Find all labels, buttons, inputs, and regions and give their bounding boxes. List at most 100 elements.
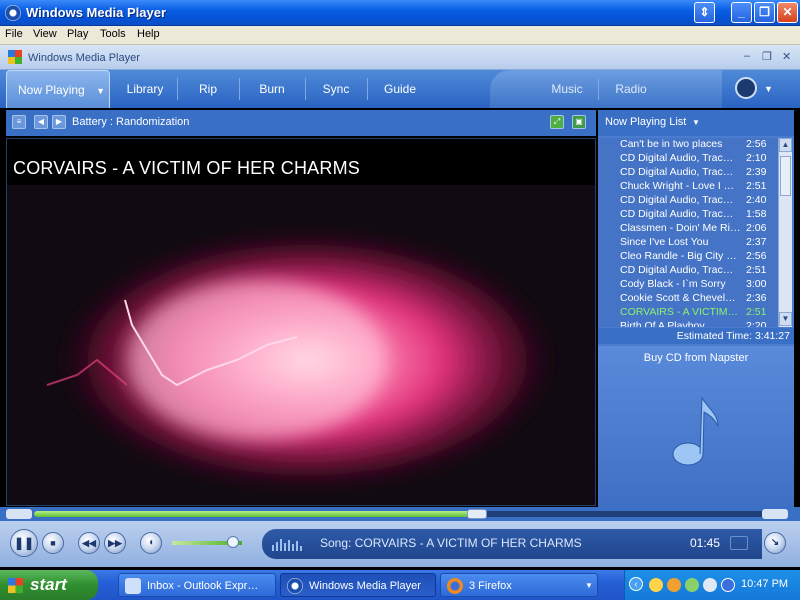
shuffle-icon[interactable]: ⤢ [550, 115, 564, 129]
tab-guide[interactable]: Guide [368, 70, 432, 108]
track-duration: 2:51 [746, 306, 767, 318]
track-title: CD Digital Audio, Trac… [620, 152, 734, 164]
rewind-small-icon[interactable] [6, 509, 32, 519]
volume-thumb[interactable] [226, 536, 239, 548]
menu-file[interactable]: File [5, 28, 23, 40]
seek-bar [0, 507, 800, 521]
menu-help[interactable]: Help [137, 28, 160, 40]
playlist-item[interactable]: CD Digital Audio, Trac… 2:39 [598, 166, 776, 180]
playlist-item[interactable]: Cookie Scott & Chevel… 2:36 [598, 292, 776, 306]
taskbar-item-media-player[interactable]: Windows Media Player [280, 573, 436, 597]
previous-visualization-button[interactable]: ◀ [34, 115, 48, 129]
track-duration: 2:51 [746, 180, 767, 192]
track-title: CORVAIRS - A VICTIM… [620, 306, 739, 318]
scroll-down-button[interactable]: ▼ [779, 312, 792, 326]
next-visualization-button[interactable]: ▶ [52, 115, 66, 129]
playlist-item[interactable]: CD Digital Audio, Trac… 2:10 [598, 152, 776, 166]
song-info: Song: CORVAIRS - A VICTIM OF HER CHARMS [320, 536, 582, 550]
playlist-item[interactable]: CD Digital Audio, Trac… 1:58 [598, 208, 776, 222]
task-label: 3 Firefox [469, 580, 512, 592]
mini-mode-icon[interactable] [730, 536, 748, 550]
tab-music[interactable]: Music [538, 70, 596, 108]
track-duration: 2:40 [746, 194, 767, 206]
chevron-down-icon: ▼ [585, 581, 593, 590]
scroll-up-button[interactable]: ▲ [779, 138, 792, 152]
video-track-title: CORVAIRS - A VICTIM OF HER CHARMS [13, 158, 360, 178]
buy-cd-link[interactable]: Buy CD from Napster [598, 352, 794, 364]
fast-forward-small-icon[interactable] [762, 509, 788, 519]
playlist-item[interactable]: Cody Black - I`m Sorry 3:00 [598, 278, 776, 292]
playlist-item[interactable]: Cleo Randle - Big City … 2:56 [598, 250, 776, 264]
mute-button[interactable]: ◖ [140, 532, 162, 554]
track-title: Since I've Lost You [620, 236, 709, 248]
napster-icon[interactable] [735, 77, 757, 99]
player-title: Windows Media Player [28, 52, 140, 64]
tab-now-playing[interactable]: Now Playing ▼ [6, 70, 110, 108]
taskbar-item-firefox[interactable]: 3 Firefox ▼ [440, 573, 598, 597]
track-duration: 3:00 [746, 278, 767, 290]
restore-player-button[interactable]: ❐ [762, 50, 772, 63]
playlist-item[interactable]: CD Digital Audio, Trac… 2:40 [598, 194, 776, 208]
tab-burn[interactable]: Burn [240, 70, 304, 108]
now-playing-info: Song: CORVAIRS - A VICTIM OF HER CHARMS … [262, 529, 762, 559]
start-button[interactable]: start [0, 570, 98, 600]
stop-button[interactable]: ■ [42, 532, 64, 554]
track-title: Chuck Wright - Love I … [620, 180, 735, 192]
playlist-scrollbar[interactable]: ▲ ▼ [778, 138, 792, 327]
wifi-icon[interactable] [721, 578, 735, 592]
close-player-button[interactable]: ✕ [782, 50, 791, 63]
taskbar-item-outlook[interactable]: Inbox - Outlook Expr… [118, 573, 276, 597]
update-icon[interactable] [685, 578, 699, 592]
track-title: Cookie Scott & Chevel… [620, 292, 736, 304]
menu-play[interactable]: Play [67, 28, 88, 40]
tray-expand-icon[interactable]: ‹ [629, 577, 643, 591]
minimize-player-button[interactable]: – [744, 50, 750, 62]
network-icon[interactable] [649, 578, 663, 592]
visualization-bar: ≡ ◀ ▶ Battery : Randomization ⤢ ▣ [6, 110, 596, 136]
minimize-button[interactable]: _ [731, 2, 752, 23]
switch-to-skin-button[interactable]: ↘ [764, 532, 786, 554]
clock: 10:47 PM [741, 578, 789, 590]
tab-rip[interactable]: Rip [178, 70, 238, 108]
playlist-item[interactable]: CD Digital Audio, Trac… 2:51 [598, 264, 776, 278]
playlist-item[interactable]: Birth Of A Playboy 2:20 [598, 320, 776, 327]
restore-button[interactable]: ❐ [754, 2, 775, 23]
tab-sync[interactable]: Sync [306, 70, 366, 108]
playlist-item[interactable]: Classmen - Doin' Me Ri… 2:06 [598, 222, 776, 236]
scroll-thumb[interactable] [780, 156, 791, 196]
next-button[interactable]: ▶▶ [104, 532, 126, 554]
speaker-icon[interactable] [703, 578, 717, 592]
close-button[interactable]: ✕ [777, 2, 798, 23]
video-area[interactable]: CORVAIRS - A VICTIM OF HER CHARMS [6, 138, 596, 506]
previous-button[interactable]: ◀◀ [78, 532, 100, 554]
equalizer-icon [272, 539, 302, 551]
taskbar: start Inbox - Outlook Expr… Windows Medi… [0, 570, 800, 600]
track-title: CD Digital Audio, Trac… [620, 194, 734, 206]
track-title: Cody Black - I`m Sorry [620, 278, 726, 290]
tab-library[interactable]: Library [114, 70, 176, 108]
estimated-time: Estimated Time: 3:41:27 [598, 328, 794, 344]
playlist-item-current[interactable]: CORVAIRS - A VICTIM… 2:51 [598, 306, 776, 320]
playlist-item[interactable]: Since I've Lost You 2:37 [598, 236, 776, 250]
start-label: start [30, 575, 67, 594]
track-duration: 2:51 [746, 264, 767, 276]
track-duration: 2:39 [746, 166, 767, 178]
pause-button[interactable]: ❚❚ [10, 529, 38, 557]
menu-view[interactable]: View [33, 28, 57, 40]
fullscreen-icon[interactable]: ▣ [572, 115, 586, 129]
visualization-name: Battery : Randomization [72, 116, 190, 128]
menu-bar: File View Play Tools Help [0, 26, 800, 45]
playlist-item[interactable]: Chuck Wright - Love I … 2:51 [598, 180, 776, 194]
playlist-item[interactable]: Can't be in two places 2:56 [598, 138, 776, 152]
tab-radio[interactable]: Radio [600, 70, 662, 108]
playlist-header[interactable]: Now Playing List ▼ [598, 110, 794, 136]
shield-icon[interactable] [667, 578, 681, 592]
playlist-toggle-icon[interactable]: ≡ [12, 115, 26, 129]
chevron-down-icon[interactable]: ▼ [764, 84, 773, 94]
menu-tools[interactable]: Tools [100, 28, 126, 40]
seek-thumb[interactable] [466, 509, 487, 519]
window-menu-button[interactable]: ⇕ [694, 2, 715, 23]
track-title: Can't be in two places [620, 138, 723, 150]
chevron-down-icon[interactable]: ▼ [692, 118, 700, 127]
chevron-down-icon[interactable]: ▼ [96, 86, 105, 96]
